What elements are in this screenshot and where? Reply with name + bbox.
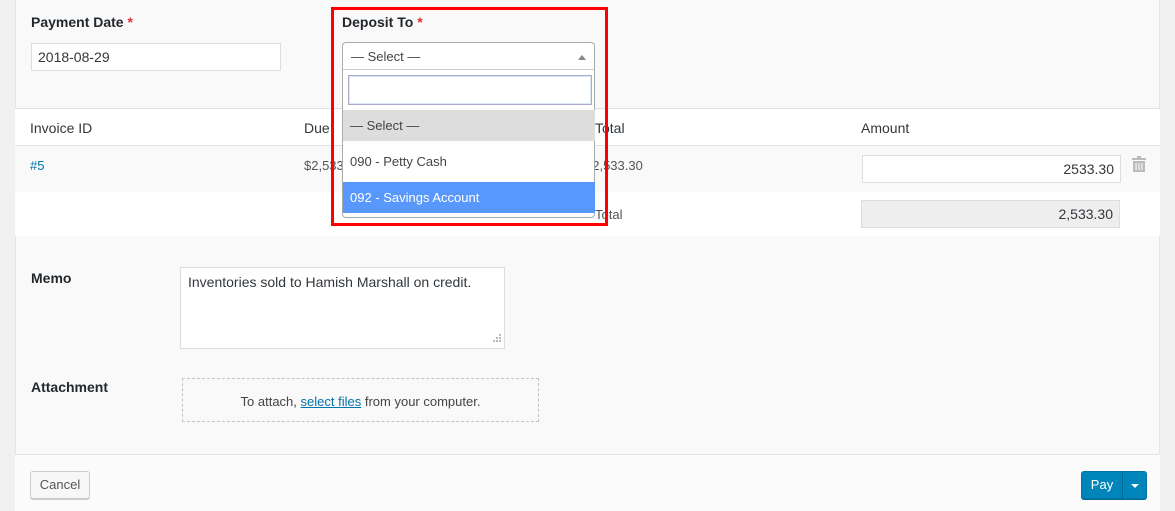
option-select-placeholder[interactable]: — Select —: [343, 110, 595, 141]
caret-down-icon: [1131, 484, 1139, 488]
required-mark: *: [127, 14, 133, 30]
payment-date-label: Payment Date *: [31, 14, 133, 30]
header-amount: Amount: [861, 120, 910, 136]
deposit-to-selected-value: — Select —: [351, 49, 421, 64]
pay-options-toggle[interactable]: [1123, 471, 1147, 499]
attachment-label: Attachment: [31, 379, 109, 395]
attach-prefix: To attach,: [240, 394, 297, 409]
attach-suffix: from your computer.: [364, 394, 481, 409]
attachment-dropzone[interactable]: To attach, select files from your comput…: [182, 378, 539, 422]
caret-up-icon: [578, 55, 586, 60]
memo-label: Memo: [31, 270, 72, 286]
option-savings-account[interactable]: 092 - Savings Account: [343, 182, 595, 213]
deposit-to-label-text: Deposit To: [342, 14, 414, 30]
amount-input[interactable]: [862, 155, 1121, 183]
header-due: Due: [304, 120, 330, 136]
dropdown-search-input[interactable]: [348, 75, 592, 105]
select-files-link[interactable]: select files: [301, 394, 362, 409]
required-mark: *: [417, 14, 423, 30]
invoice-id-link[interactable]: #5: [30, 158, 44, 173]
header-invoice-id: Invoice ID: [30, 120, 93, 136]
deposit-to-dropdown: — Select — 090 - Petty Cash 092 - Saving…: [342, 70, 595, 218]
footer-total-label: Total: [595, 207, 623, 222]
deposit-to-label: Deposit To *: [342, 14, 423, 30]
cancel-button[interactable]: Cancel: [30, 471, 90, 499]
resize-grip-icon[interactable]: [493, 329, 501, 345]
pay-button[interactable]: Pay: [1081, 471, 1123, 499]
option-petty-cash[interactable]: 090 - Petty Cash: [343, 146, 595, 177]
header-total: Total: [595, 120, 625, 136]
memo-text: Inventories sold to Hamish Marshall on c…: [188, 274, 472, 290]
trash-icon[interactable]: [1132, 156, 1146, 175]
payment-date-label-text: Payment Date: [31, 14, 124, 30]
memo-textarea[interactable]: Inventories sold to Hamish Marshall on c…: [180, 267, 505, 349]
form-footer: Cancel Pay: [15, 454, 1160, 511]
footer-total-amount: 2,533.30: [861, 200, 1120, 228]
payment-date-input[interactable]: [31, 43, 281, 71]
deposit-to-select[interactable]: — Select —: [342, 42, 595, 70]
